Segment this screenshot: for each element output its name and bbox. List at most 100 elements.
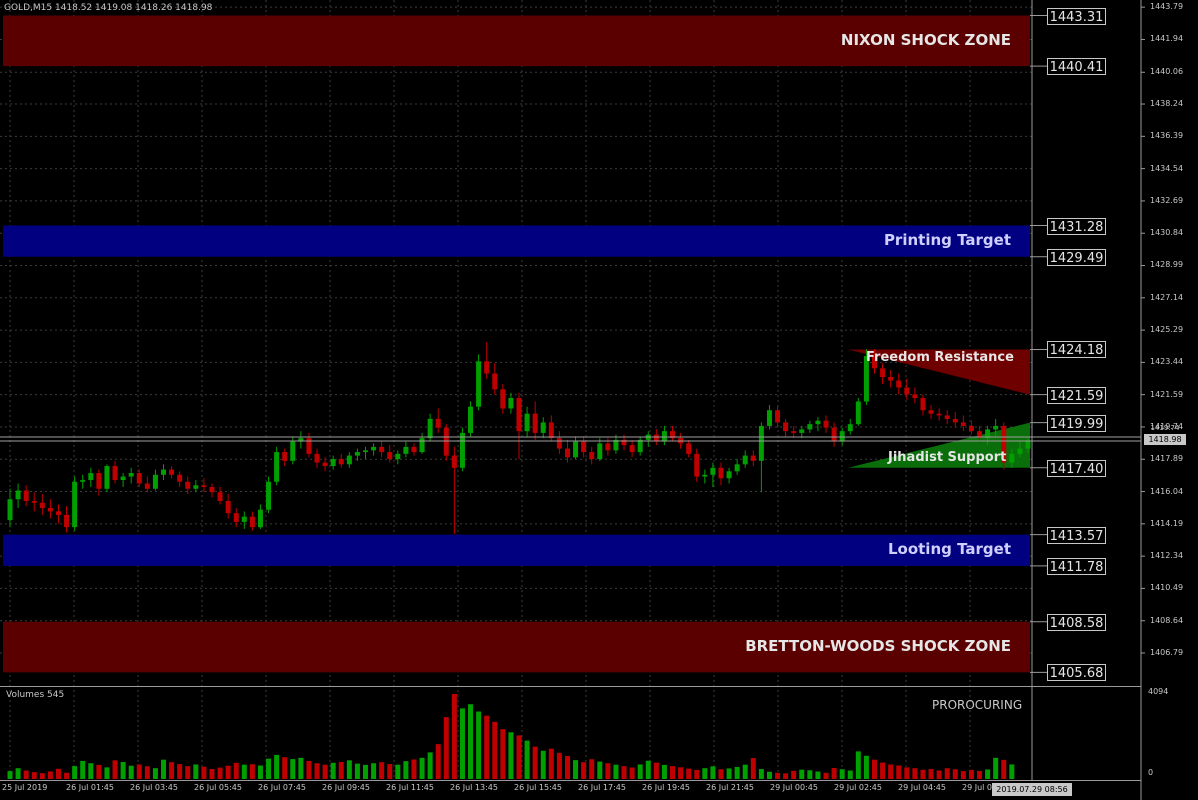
volume-bar (888, 764, 894, 779)
volumes-indicator-title: Volumes 545 (6, 690, 65, 700)
volume-bar (468, 704, 474, 779)
volume-bar (928, 769, 934, 779)
volume-bar (540, 750, 546, 779)
volume-bar (524, 740, 530, 779)
bretton-woods-shock-zone-label: BRETTON-WOODS SHOCK ZONE (745, 637, 1011, 656)
freedom-resistance-label: Freedom Resistance (866, 350, 1014, 366)
volume-bar (112, 760, 118, 779)
volume-bar (354, 763, 360, 779)
volume-bar (39, 773, 45, 779)
volume-bar (330, 762, 336, 779)
volume-bar (371, 763, 377, 779)
price-box-1429-49: 1429.49 (1047, 248, 1106, 266)
y-axis-label: 1438.24 (1150, 99, 1184, 109)
volume-bar (678, 767, 684, 779)
volume-bar (306, 760, 312, 779)
volume-bar (88, 763, 94, 779)
volume-bar (653, 762, 659, 779)
volume-bar (217, 767, 223, 779)
volume-bar (274, 754, 280, 779)
volume-bar (411, 759, 417, 779)
printing-target-rect (3, 225, 1030, 257)
x-axis-label: 26 Jul 21:45 (706, 783, 754, 792)
volume-bar (629, 767, 635, 779)
volume-bar (1009, 764, 1015, 779)
x-axis-label: 26 Jul 03:45 (130, 783, 178, 792)
volume-bar (670, 766, 676, 779)
y-axis-label: 1414.19 (1150, 518, 1184, 528)
x-axis-label: 29 Jul 02:45 (834, 783, 882, 792)
price-box-1408-58: 1408.58 (1047, 613, 1106, 631)
price-box-1421-59: 1421.59 (1047, 386, 1106, 404)
candle (468, 401, 474, 437)
volume-bar (831, 767, 837, 779)
x-axis-label: 26 Jul 13:45 (450, 783, 498, 792)
y-axis-label: 1408.64 (1150, 615, 1184, 625)
volume-bar (823, 772, 829, 779)
volume-bar (209, 769, 215, 779)
volume-bar (985, 769, 991, 779)
volume-bar (362, 764, 368, 779)
volume-bar (573, 760, 579, 779)
volume-bar (201, 766, 207, 779)
volume-bar (476, 711, 482, 779)
volume-bar (799, 769, 805, 779)
volume-bar (847, 770, 853, 779)
x-axis-label: 25 Jul 2019 (2, 783, 48, 792)
volume-bar (532, 746, 538, 779)
nixon-shock-zone-label: NIXON SHOCK ZONE (840, 30, 1011, 49)
y-axis-label: 1441.94 (1150, 34, 1184, 44)
jihadist-support-label: Jihadist Support (888, 449, 1007, 465)
volume-bar (597, 761, 603, 779)
volume-bar (718, 769, 724, 779)
volume-bar (912, 768, 918, 779)
volume-bar (766, 771, 772, 779)
chart-canvas[interactable] (0, 0, 1198, 800)
x-axis-label: 26 Jul 11:45 (386, 783, 434, 792)
volume-bar (169, 762, 175, 779)
candle (266, 476, 272, 514)
volume-bar (290, 759, 296, 779)
volume-bar (225, 765, 231, 779)
printing-target-label: Printing Target (883, 231, 1011, 250)
symbol-info: GOLD,M15 1418.52 1419.08 1418.26 1418.98 (4, 3, 213, 13)
volume-bar (23, 770, 29, 779)
price-box-1405-68: 1405.68 (1047, 664, 1106, 682)
volume-bar (387, 764, 393, 779)
volume-bar (589, 759, 595, 779)
volume-bar (960, 771, 966, 779)
volume-bar (282, 757, 288, 779)
indicator-name: PROROCURING (932, 698, 1023, 712)
y-axis-label: 1406.79 (1150, 648, 1184, 657)
y-axis-label: 1443.79 (1150, 2, 1184, 12)
volume-bar (419, 757, 425, 779)
candle (72, 476, 78, 531)
volume-bar (72, 766, 78, 779)
y-axis-label: 1436.39 (1150, 131, 1184, 141)
volume-bar (185, 766, 191, 779)
candle (855, 397, 861, 426)
y-axis-label: 1430.84 (1150, 228, 1184, 238)
volume-axis-min: 0 (1148, 768, 1154, 777)
volume-bar (710, 766, 716, 779)
volume-bar (904, 767, 910, 779)
volume-bar (15, 768, 21, 779)
price-box-1419-99: 1419.99 (1047, 414, 1106, 432)
volume-bar (734, 766, 740, 779)
volume-bar (451, 694, 457, 779)
volume-bar (177, 764, 183, 779)
volume-bar (936, 770, 942, 779)
candle (476, 354, 482, 411)
volume-bar (880, 762, 886, 779)
volume-bar (694, 769, 700, 779)
volume-bar (548, 748, 554, 779)
volume-bar (403, 761, 409, 779)
volume-bar (484, 715, 490, 779)
volume-bar (395, 764, 401, 779)
current-price-label: 1418.98 (1144, 434, 1186, 445)
volume-bar (427, 752, 433, 779)
volume-bar (758, 769, 764, 779)
volume-bar (581, 762, 587, 779)
y-axis-label: 1427.14 (1150, 292, 1184, 302)
volume-bar (379, 762, 385, 779)
